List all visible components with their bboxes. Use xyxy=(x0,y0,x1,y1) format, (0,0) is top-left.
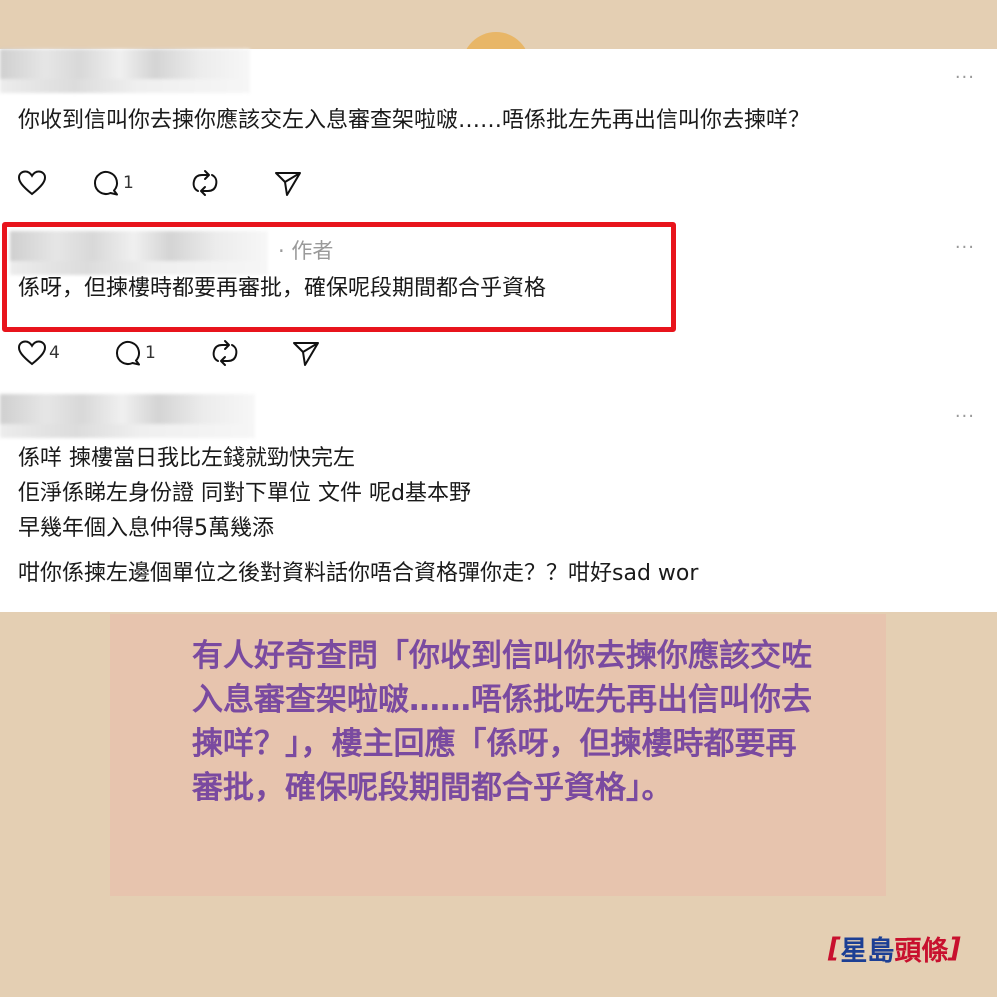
comment-line: 係咩 揀樓當日我比左錢就勁快完左 xyxy=(18,446,355,471)
share-button[interactable] xyxy=(292,336,320,370)
share-icon xyxy=(275,172,301,196)
reply-icon xyxy=(115,341,140,366)
comment-line: 咁你係揀左邊個單位之後對資料話你唔合資格彈你走？？咁好sad wor xyxy=(18,561,699,586)
like-count: 4 xyxy=(49,343,60,363)
more-icon[interactable]: ··· xyxy=(955,237,975,258)
more-icon[interactable]: ··· xyxy=(955,67,975,88)
repost-icon xyxy=(192,170,218,196)
reply-button[interactable]: 1 xyxy=(92,166,134,200)
repost-button[interactable] xyxy=(190,166,220,200)
caption-text: 有人好奇查問「你收到信叫你去揀你應該交咗入息審查架啦啵……唔係批咗先再出信叫你去… xyxy=(192,638,812,806)
more-icon[interactable]: ··· xyxy=(955,406,975,427)
repost-icon xyxy=(212,340,238,366)
reply-count: 1 xyxy=(123,173,134,193)
share-button[interactable] xyxy=(274,166,302,200)
heart-icon xyxy=(18,170,46,196)
reply-icon xyxy=(93,171,118,196)
caption-box: 有人好奇查問「你收到信叫你去揀你應該交咗入息審查架啦啵……唔係批咗先再出信叫你去… xyxy=(110,614,886,896)
blurred-username xyxy=(0,394,255,438)
sing-tao-headline-logo: [ 星島 頭條 ] xyxy=(828,932,961,967)
comment-line: 佢淨係睇左身份證 同對下單位 文件 呢d基本野 xyxy=(18,481,471,506)
reply-button[interactable]: 1 xyxy=(114,336,156,370)
repost-button[interactable] xyxy=(210,336,240,370)
highlight-box xyxy=(2,222,676,332)
like-button[interactable] xyxy=(18,166,46,200)
blurred-username xyxy=(0,49,250,93)
comment-text: 你收到信叫你去揀你應該交左入息審查架啦啵……唔係批左先再出信叫你去揀咩？ xyxy=(18,108,811,133)
reply-count: 1 xyxy=(145,343,156,363)
share-icon xyxy=(293,342,319,366)
like-button[interactable]: 4 xyxy=(18,336,60,370)
comment-line: 早幾年個入息仲得5萬幾添 xyxy=(18,516,274,541)
heart-icon xyxy=(18,340,46,366)
